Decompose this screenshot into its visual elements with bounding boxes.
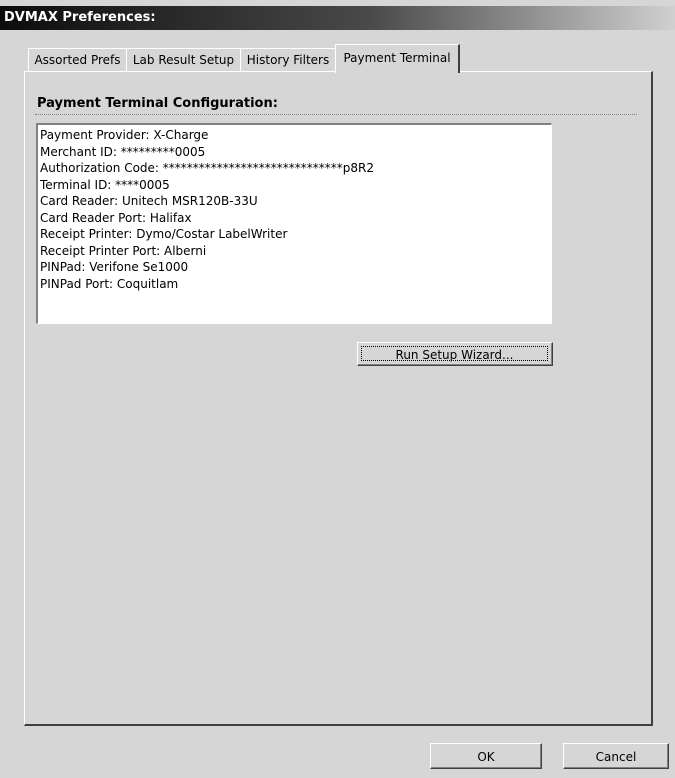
config-line-card-reader: Card Reader: Unitech MSR120B-33U xyxy=(40,194,258,208)
config-line-merchant-id: Merchant ID: *********0005 xyxy=(40,144,206,159)
config-line-pinpad-port: PINPad Port: Coquitlam xyxy=(40,276,179,291)
tab-assorted-prefs[interactable]: Assorted Prefs xyxy=(28,48,127,71)
config-line-terminal-id: Terminal ID: ****0005 xyxy=(40,177,170,192)
section-title: Payment Terminal Configuration: xyxy=(37,96,278,111)
tab-payment-terminal[interactable]: Payment Terminal xyxy=(335,44,460,73)
config-line-receipt-printer-port: Receipt Printer Port: Alberni xyxy=(40,243,207,258)
config-line-payment-provider: Payment Provider: X-Charge xyxy=(40,128,209,142)
config-summary-box[interactable]: Payment Provider: X-Charge Merchant ID: … xyxy=(36,123,552,324)
config-line-authorization-code: Authorization Code: ********************… xyxy=(40,161,374,175)
cancel-button[interactable]: Cancel xyxy=(563,743,669,769)
title-bar: DVMAX Preferences: xyxy=(0,6,675,30)
tab-history-filters[interactable]: History Filters xyxy=(240,48,336,71)
config-line-receipt-printer: Receipt Printer: Dymo/Costar LabelWriter xyxy=(40,227,288,241)
section-divider xyxy=(35,114,637,115)
run-setup-wizard-button[interactable]: Run Setup Wizard... xyxy=(357,342,553,366)
config-line-card-reader-port: Card Reader Port: Halifax xyxy=(40,210,192,225)
tab-panel-payment-terminal: Payment Terminal Configuration: Payment … xyxy=(24,71,653,726)
tab-lab-result-setup[interactable]: Lab Result Setup xyxy=(126,48,241,71)
run-setup-wizard-label: Run Setup Wizard... xyxy=(361,346,548,362)
ok-button[interactable]: OK xyxy=(430,743,542,769)
window-title: DVMAX Preferences: xyxy=(4,10,156,25)
config-line-pinpad: PINPad: Verifone Se1000 xyxy=(40,260,189,274)
